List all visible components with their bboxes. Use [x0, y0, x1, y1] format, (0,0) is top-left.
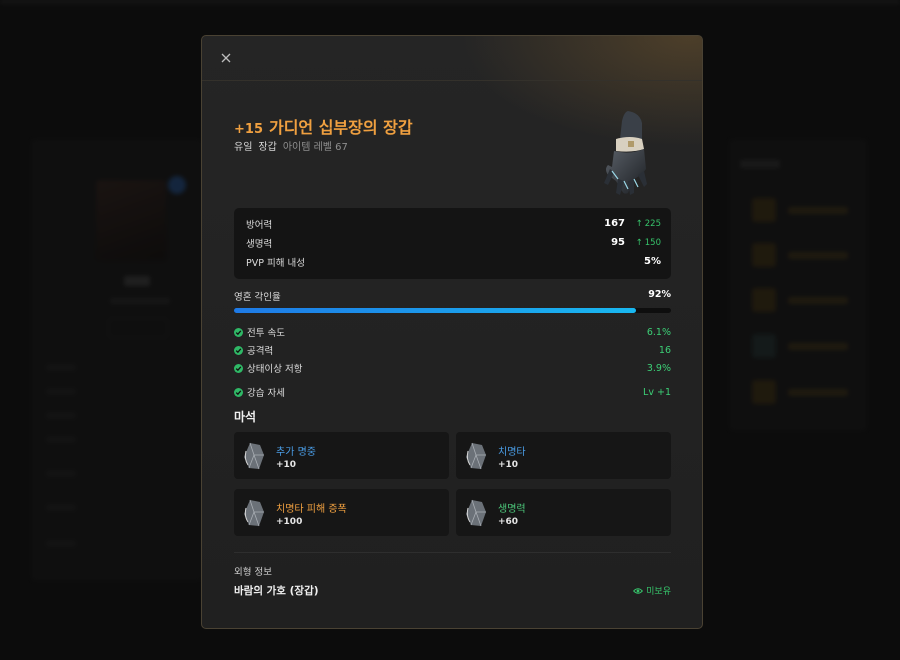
- gem-card[interactable]: 생명력 +60: [456, 489, 671, 536]
- appearance-status[interactable]: 미보유: [633, 584, 671, 597]
- eye-icon: [633, 587, 644, 595]
- item-title: +15 가디언 십부장의 장갑: [234, 114, 413, 138]
- item-name: 가디언 십부장의 장갑: [268, 118, 413, 137]
- soul-imprint-label: 영혼 각인율: [234, 292, 281, 303]
- gem-name: 치명타 피해 증폭: [276, 504, 347, 515]
- stats-panel: 방어력 167 ↑ 225 생명력 95 ↑ 150 PVP 피해 내성 5%: [234, 208, 671, 279]
- bonus-value: 6.1%: [646, 326, 671, 338]
- bonus-row: 상태이상 저항 3.9%: [234, 359, 671, 377]
- appearance-label: 외형 정보: [234, 567, 272, 578]
- arrow-up-icon: ↑: [635, 218, 643, 229]
- gem-name: 추가 명중: [276, 447, 316, 458]
- gem-card[interactable]: 치명타 +10: [456, 432, 671, 479]
- gem-stone-icon: [466, 442, 486, 470]
- arrow-up-icon: ↑: [635, 237, 643, 248]
- stat-diff: ↑ 150: [625, 238, 661, 248]
- item-grade: 유일: [234, 142, 253, 153]
- gem-stone-icon: [466, 499, 486, 527]
- stat-label: 방어력: [246, 219, 273, 231]
- gem-card[interactable]: 추가 명중 +10: [234, 432, 449, 479]
- gem-stone-icon: [244, 499, 264, 527]
- gem-amount: +100: [276, 517, 303, 527]
- soul-imprint-row: 영혼 각인율 92%: [234, 289, 671, 303]
- stat-label: 생명력: [246, 238, 273, 250]
- stat-row-hp: 생명력 95 ↑ 150: [246, 233, 661, 252]
- modal-body: +15 가디언 십부장의 장갑 유일 장갑 아이템 레벨 67 방어력 167 …: [234, 81, 671, 597]
- gem-amount: +60: [498, 517, 519, 527]
- stat-diff-value: 225: [644, 218, 661, 229]
- bonus-label: 상태이상 저항: [247, 364, 303, 375]
- item-meta: 유일 장갑 아이템 레벨 67: [234, 138, 348, 153]
- stat-value: 167: [604, 218, 625, 229]
- soul-bonus-list: 전투 속도 6.1% 공격력 16 상태이상 저항 3.9% 강습 자세 Lv …: [234, 323, 671, 401]
- gem-amount: +10: [276, 460, 297, 470]
- check-icon: [234, 345, 243, 355]
- check-icon: [234, 327, 243, 337]
- modal-header: [202, 36, 702, 81]
- bonus-value: 3.9%: [646, 362, 671, 374]
- soul-imprint-value: 92%: [648, 289, 671, 300]
- stat-value: 95: [611, 237, 625, 248]
- item-enhancement: +15: [234, 122, 263, 137]
- check-icon: [234, 387, 243, 397]
- gems-section-title: 마석: [234, 410, 257, 424]
- soul-imprint-bar-fill: [234, 308, 637, 313]
- check-icon: [234, 363, 243, 373]
- bonus-label: 강습 자세: [247, 388, 285, 399]
- item-detail-modal: +15 가디언 십부장의 장갑 유일 장갑 아이템 레벨 67 방어력 167 …: [201, 35, 703, 629]
- bonus-row: 공격력 16: [234, 341, 671, 359]
- soul-imprint-bar: [234, 308, 671, 313]
- stat-diff: ↑ 225: [625, 219, 661, 229]
- bonus-label: 전투 속도: [247, 328, 285, 339]
- bonus-label: 공격력: [247, 346, 274, 357]
- close-button[interactable]: [218, 50, 234, 66]
- section-divider: [234, 552, 671, 553]
- bonus-value: 16: [658, 344, 671, 356]
- bonus-row: 전투 속도 6.1%: [234, 323, 671, 341]
- gem-amount: +10: [498, 460, 519, 470]
- item-slot: 장갑: [258, 142, 277, 153]
- gem-card[interactable]: 치명타 피해 증폭 +100: [234, 489, 449, 536]
- stat-diff-value: 150: [644, 237, 661, 248]
- gauntlet-icon: [604, 111, 647, 195]
- bonus-row: 강습 자세 Lv +1: [234, 383, 671, 401]
- gem-name: 치명타: [498, 447, 526, 458]
- close-icon: [221, 53, 231, 63]
- bonus-value: Lv +1: [643, 386, 671, 398]
- stat-row-defense: 방어력 167 ↑ 225: [246, 214, 661, 233]
- item-level: 아이템 레벨 67: [282, 142, 348, 153]
- gem-stone-icon: [244, 442, 264, 470]
- item-header: +15 가디언 십부장의 장갑 유일 장갑 아이템 레벨 67: [234, 81, 671, 206]
- gem-name: 생명력: [498, 504, 526, 515]
- stat-row-pvp-resist: PVP 피해 내성 5%: [246, 252, 661, 271]
- appearance-name: 바람의 가호 (장갑): [234, 585, 319, 597]
- stat-value: 5%: [644, 256, 661, 267]
- stat-label: PVP 피해 내성: [246, 257, 305, 269]
- appearance-status-text: 미보유: [646, 587, 671, 597]
